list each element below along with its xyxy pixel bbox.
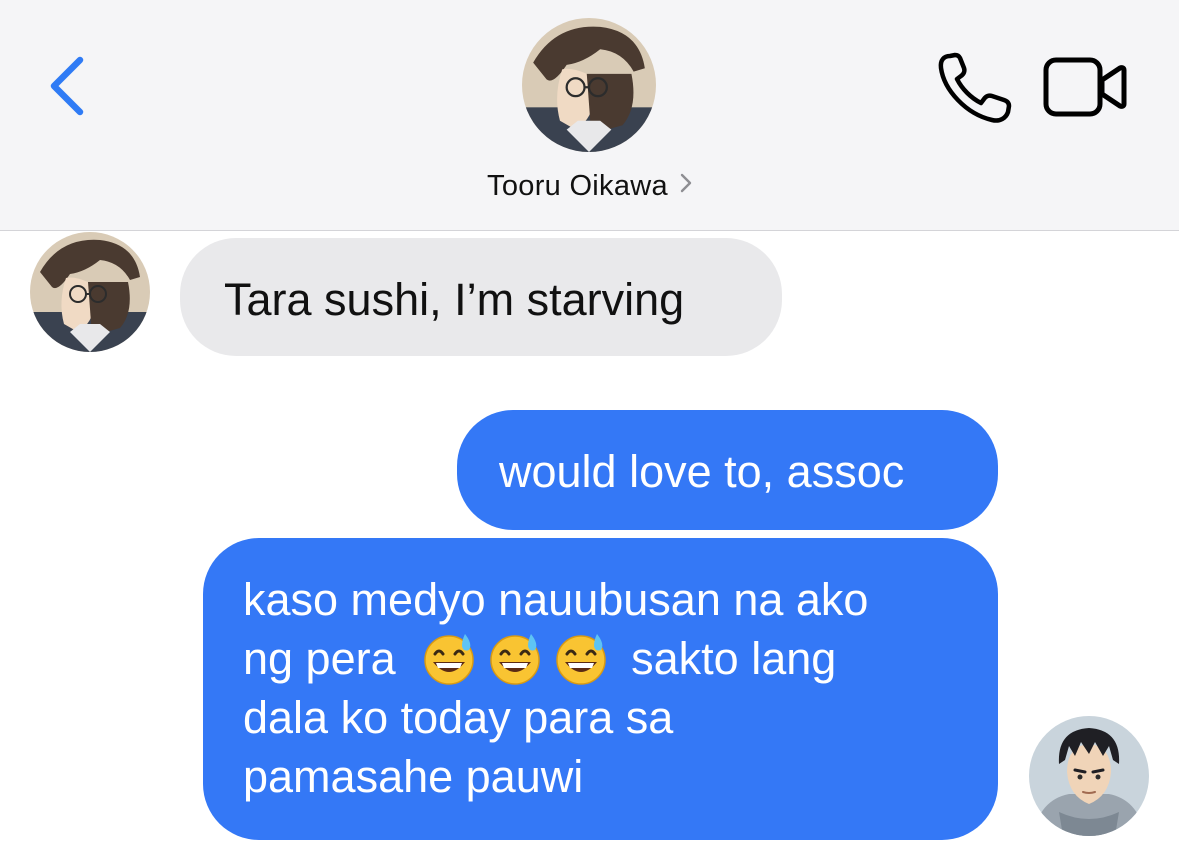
contact-name-button[interactable]: Tooru Oikawa: [0, 168, 1179, 203]
message-text: ng pera: [243, 633, 396, 684]
video-camera-icon: [1043, 57, 1127, 117]
message-text: Tara sushi, I’m starving: [224, 274, 685, 325]
video-call-button[interactable]: [1042, 54, 1128, 120]
message-text-line: kaso medyo nauubusan na ako: [243, 574, 869, 625]
avatar-oikawa-image: [522, 18, 656, 152]
message-text: sakto lang: [631, 633, 837, 684]
sender-avatar[interactable]: [30, 232, 150, 352]
avatar-iwaizumi-image: [1029, 716, 1149, 836]
phone-icon: [938, 52, 1012, 123]
message-text-line: ng pera sakto lang: [243, 629, 958, 688]
contact-avatar[interactable]: [522, 18, 656, 152]
contact-name: Tooru Oikawa: [487, 170, 668, 202]
message-text: would love to, assoc: [499, 446, 905, 497]
user-avatar[interactable]: [1029, 716, 1149, 836]
outgoing-message-bubble[interactable]: would love to, assoc: [457, 410, 998, 530]
outgoing-message-bubble[interactable]: kaso medyo nauubusan na ako ng pera sakt…: [203, 538, 998, 840]
grinning-face-with-sweat-emoji: [555, 634, 606, 685]
avatar-oikawa-image: [30, 232, 150, 352]
chevron-left-icon: [50, 56, 84, 116]
conversation-header: Tooru Oikawa: [0, 0, 1179, 231]
grinning-face-with-sweat-emoji: [423, 634, 474, 685]
incoming-message-bubble[interactable]: Tara sushi, I’m starving: [180, 238, 782, 356]
message-text-line: pamasahe pauwi: [243, 751, 584, 802]
audio-call-button[interactable]: [936, 50, 1016, 126]
grinning-face-with-sweat-emoji: [489, 634, 540, 685]
back-button[interactable]: [44, 52, 92, 120]
chevron-right-icon: [680, 168, 692, 201]
message-text-line: dala ko today para sa: [243, 692, 674, 743]
